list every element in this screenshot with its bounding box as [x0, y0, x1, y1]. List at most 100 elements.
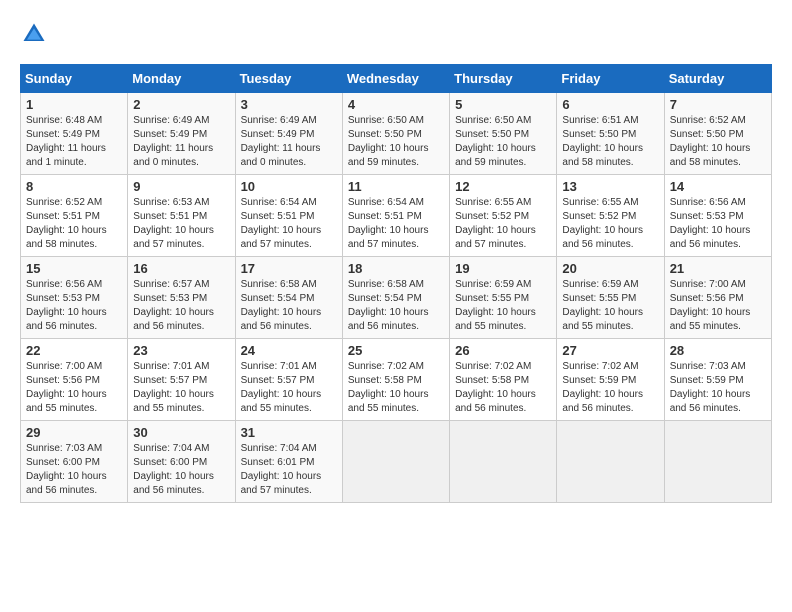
day-header-wednesday: Wednesday: [342, 65, 449, 93]
calendar-cell: 7 Sunrise: 6:52 AM Sunset: 5:50 PM Dayli…: [664, 93, 771, 175]
calendar-cell: 24 Sunrise: 7:01 AM Sunset: 5:57 PM Dayl…: [235, 339, 342, 421]
day-number: 31: [241, 425, 337, 440]
day-info: Sunrise: 6:54 AM Sunset: 5:51 PM Dayligh…: [241, 196, 337, 252]
day-number: 18: [348, 261, 444, 276]
day-number: 24: [241, 343, 337, 358]
day-info: Sunrise: 6:52 AM Sunset: 5:50 PM Dayligh…: [670, 114, 766, 170]
calendar-cell: 1 Sunrise: 6:48 AM Sunset: 5:49 PM Dayli…: [21, 93, 128, 175]
day-info: Sunrise: 7:01 AM Sunset: 5:57 PM Dayligh…: [133, 360, 229, 416]
calendar-cell: 3 Sunrise: 6:49 AM Sunset: 5:49 PM Dayli…: [235, 93, 342, 175]
day-header-sunday: Sunday: [21, 65, 128, 93]
calendar-cell: 12 Sunrise: 6:55 AM Sunset: 5:52 PM Dayl…: [450, 175, 557, 257]
calendar-cell: 4 Sunrise: 6:50 AM Sunset: 5:50 PM Dayli…: [342, 93, 449, 175]
calendar-cell: 16 Sunrise: 6:57 AM Sunset: 5:53 PM Dayl…: [128, 257, 235, 339]
calendar-cell: [557, 421, 664, 503]
calendar-cell: 2 Sunrise: 6:49 AM Sunset: 5:49 PM Dayli…: [128, 93, 235, 175]
day-info: Sunrise: 6:57 AM Sunset: 5:53 PM Dayligh…: [133, 278, 229, 334]
calendar-cell: 5 Sunrise: 6:50 AM Sunset: 5:50 PM Dayli…: [450, 93, 557, 175]
day-info: Sunrise: 6:49 AM Sunset: 5:49 PM Dayligh…: [241, 114, 337, 170]
day-info: Sunrise: 6:56 AM Sunset: 5:53 PM Dayligh…: [26, 278, 122, 334]
day-info: Sunrise: 6:56 AM Sunset: 5:53 PM Dayligh…: [670, 196, 766, 252]
calendar-cell: 27 Sunrise: 7:02 AM Sunset: 5:59 PM Dayl…: [557, 339, 664, 421]
day-number: 29: [26, 425, 122, 440]
calendar-cell: [450, 421, 557, 503]
day-number: 28: [670, 343, 766, 358]
day-header-tuesday: Tuesday: [235, 65, 342, 93]
calendar-cell: 28 Sunrise: 7:03 AM Sunset: 5:59 PM Dayl…: [664, 339, 771, 421]
calendar-cell: 30 Sunrise: 7:04 AM Sunset: 6:00 PM Dayl…: [128, 421, 235, 503]
day-number: 23: [133, 343, 229, 358]
day-number: 21: [670, 261, 766, 276]
calendar-cell: 21 Sunrise: 7:00 AM Sunset: 5:56 PM Dayl…: [664, 257, 771, 339]
day-info: Sunrise: 6:52 AM Sunset: 5:51 PM Dayligh…: [26, 196, 122, 252]
calendar-cell: 19 Sunrise: 6:59 AM Sunset: 5:55 PM Dayl…: [450, 257, 557, 339]
day-info: Sunrise: 6:55 AM Sunset: 5:52 PM Dayligh…: [562, 196, 658, 252]
day-number: 14: [670, 179, 766, 194]
calendar-cell: 9 Sunrise: 6:53 AM Sunset: 5:51 PM Dayli…: [128, 175, 235, 257]
calendar-cell: 13 Sunrise: 6:55 AM Sunset: 5:52 PM Dayl…: [557, 175, 664, 257]
day-info: Sunrise: 7:03 AM Sunset: 6:00 PM Dayligh…: [26, 442, 122, 498]
day-info: Sunrise: 6:48 AM Sunset: 5:49 PM Dayligh…: [26, 114, 122, 170]
day-number: 27: [562, 343, 658, 358]
day-number: 17: [241, 261, 337, 276]
calendar-cell: 6 Sunrise: 6:51 AM Sunset: 5:50 PM Dayli…: [557, 93, 664, 175]
day-info: Sunrise: 6:58 AM Sunset: 5:54 PM Dayligh…: [348, 278, 444, 334]
day-number: 30: [133, 425, 229, 440]
day-info: Sunrise: 6:50 AM Sunset: 5:50 PM Dayligh…: [348, 114, 444, 170]
day-number: 22: [26, 343, 122, 358]
calendar-cell: 20 Sunrise: 6:59 AM Sunset: 5:55 PM Dayl…: [557, 257, 664, 339]
day-info: Sunrise: 6:55 AM Sunset: 5:52 PM Dayligh…: [455, 196, 551, 252]
day-info: Sunrise: 6:51 AM Sunset: 5:50 PM Dayligh…: [562, 114, 658, 170]
day-number: 16: [133, 261, 229, 276]
calendar-week-row: 1 Sunrise: 6:48 AM Sunset: 5:49 PM Dayli…: [21, 93, 772, 175]
day-info: Sunrise: 6:49 AM Sunset: 5:49 PM Dayligh…: [133, 114, 229, 170]
calendar-cell: 26 Sunrise: 7:02 AM Sunset: 5:58 PM Dayl…: [450, 339, 557, 421]
calendar-cell: 8 Sunrise: 6:52 AM Sunset: 5:51 PM Dayli…: [21, 175, 128, 257]
calendar-week-row: 29 Sunrise: 7:03 AM Sunset: 6:00 PM Dayl…: [21, 421, 772, 503]
day-info: Sunrise: 6:58 AM Sunset: 5:54 PM Dayligh…: [241, 278, 337, 334]
day-info: Sunrise: 6:50 AM Sunset: 5:50 PM Dayligh…: [455, 114, 551, 170]
calendar-cell: [664, 421, 771, 503]
day-number: 20: [562, 261, 658, 276]
day-info: Sunrise: 6:53 AM Sunset: 5:51 PM Dayligh…: [133, 196, 229, 252]
day-number: 11: [348, 179, 444, 194]
day-info: Sunrise: 7:00 AM Sunset: 5:56 PM Dayligh…: [670, 278, 766, 334]
day-number: 25: [348, 343, 444, 358]
calendar-table: SundayMondayTuesdayWednesdayThursdayFrid…: [20, 64, 772, 503]
day-info: Sunrise: 7:03 AM Sunset: 5:59 PM Dayligh…: [670, 360, 766, 416]
calendar-cell: 10 Sunrise: 6:54 AM Sunset: 5:51 PM Dayl…: [235, 175, 342, 257]
day-info: Sunrise: 7:04 AM Sunset: 6:01 PM Dayligh…: [241, 442, 337, 498]
day-header-thursday: Thursday: [450, 65, 557, 93]
day-info: Sunrise: 6:59 AM Sunset: 5:55 PM Dayligh…: [455, 278, 551, 334]
day-number: 12: [455, 179, 551, 194]
calendar-week-row: 15 Sunrise: 6:56 AM Sunset: 5:53 PM Dayl…: [21, 257, 772, 339]
page-header: [20, 20, 772, 48]
day-number: 8: [26, 179, 122, 194]
calendar-cell: 31 Sunrise: 7:04 AM Sunset: 6:01 PM Dayl…: [235, 421, 342, 503]
calendar-cell: 23 Sunrise: 7:01 AM Sunset: 5:57 PM Dayl…: [128, 339, 235, 421]
day-number: 10: [241, 179, 337, 194]
day-info: Sunrise: 6:54 AM Sunset: 5:51 PM Dayligh…: [348, 196, 444, 252]
logo: [20, 20, 52, 48]
day-number: 4: [348, 97, 444, 112]
calendar-cell: 18 Sunrise: 6:58 AM Sunset: 5:54 PM Dayl…: [342, 257, 449, 339]
calendar-cell: 15 Sunrise: 6:56 AM Sunset: 5:53 PM Dayl…: [21, 257, 128, 339]
day-number: 3: [241, 97, 337, 112]
day-header-saturday: Saturday: [664, 65, 771, 93]
day-number: 26: [455, 343, 551, 358]
calendar-cell: [342, 421, 449, 503]
calendar-cell: 11 Sunrise: 6:54 AM Sunset: 5:51 PM Dayl…: [342, 175, 449, 257]
day-number: 2: [133, 97, 229, 112]
day-info: Sunrise: 7:02 AM Sunset: 5:58 PM Dayligh…: [348, 360, 444, 416]
day-number: 6: [562, 97, 658, 112]
calendar-week-row: 22 Sunrise: 7:00 AM Sunset: 5:56 PM Dayl…: [21, 339, 772, 421]
calendar-header-row: SundayMondayTuesdayWednesdayThursdayFrid…: [21, 65, 772, 93]
calendar-cell: 29 Sunrise: 7:03 AM Sunset: 6:00 PM Dayl…: [21, 421, 128, 503]
day-info: Sunrise: 7:02 AM Sunset: 5:58 PM Dayligh…: [455, 360, 551, 416]
day-info: Sunrise: 6:59 AM Sunset: 5:55 PM Dayligh…: [562, 278, 658, 334]
day-header-monday: Monday: [128, 65, 235, 93]
day-number: 13: [562, 179, 658, 194]
logo-icon: [20, 20, 48, 48]
calendar-cell: 17 Sunrise: 6:58 AM Sunset: 5:54 PM Dayl…: [235, 257, 342, 339]
day-number: 1: [26, 97, 122, 112]
